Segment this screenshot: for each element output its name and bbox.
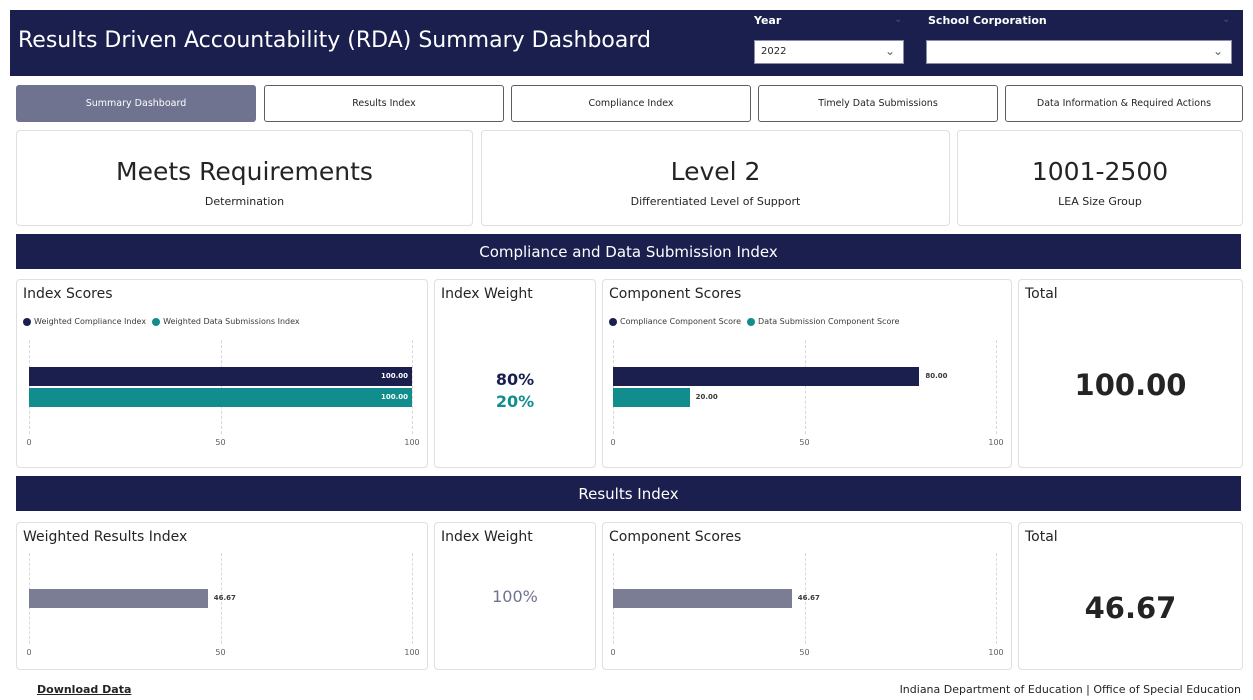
weighted-results-title: Weighted Results Index <box>23 529 188 545</box>
determination-value: Meets Requirements <box>116 157 373 186</box>
support-level-label: Differentiated Level of Support <box>630 195 801 208</box>
legend-item: Weighted Compliance Index <box>34 317 147 326</box>
axis-tick-label: 50 <box>215 648 226 657</box>
bar-data-label: 46.67 <box>213 594 236 602</box>
determination-card: Meets Requirements Determination <box>16 130 473 226</box>
compliance-section-header: Compliance and Data Submission Index <box>16 234 1241 269</box>
results-index-weight-title: Index Weight <box>441 529 533 545</box>
axis-tick-label: 50 <box>799 648 810 657</box>
axis-tick-label: 50 <box>215 438 226 447</box>
tab-results-index[interactable]: Results Index <box>264 85 504 122</box>
index-weight-card: Index Weight 80% 20% <box>434 279 596 468</box>
compliance-total-title: Total <box>1025 286 1058 302</box>
lea-size-value: 1001-2500 <box>1031 157 1169 186</box>
results-index-weight-card: Index Weight 100% <box>434 522 596 670</box>
axis-tick-label: 100 <box>404 648 420 657</box>
axis-tick-label: 0 <box>26 438 32 447</box>
results-component-scores-title: Component Scores <box>609 529 742 545</box>
legend-item: Weighted Data Submissions Index <box>163 317 300 326</box>
gridline <box>996 553 997 644</box>
data-submission-weight: 20% <box>495 392 535 411</box>
tab-compliance-index[interactable]: Compliance Index <box>511 85 751 122</box>
compliance-total-value: 100.00 <box>1074 368 1187 402</box>
year-filter-label: Year <box>754 14 782 27</box>
results-weight: 100% <box>492 587 538 606</box>
component-scores-legend: Compliance Component Score Data Submissi… <box>609 317 899 326</box>
legend-item: Data Submission Component Score <box>758 317 900 326</box>
gridline <box>29 340 30 434</box>
results-total-value: 46.67 <box>1084 591 1177 625</box>
support-level-value: Level 2 <box>670 157 761 186</box>
bar[interactable] <box>613 367 920 386</box>
header-bar: Results Driven Accountability (RDA) Summ… <box>10 10 1243 76</box>
gridline <box>220 340 222 434</box>
bar-data-label: 80.00 <box>925 372 948 380</box>
index-scores-plot: 0 50 100 100.00 100.00 <box>26 340 420 450</box>
lea-size-card: 1001-2500 LEA Size Group <box>957 130 1243 226</box>
support-level-card: Level 2 Differentiated Level of Support <box>481 130 950 226</box>
weighted-results-card: Weighted Results Index 0 50 100 46.67 <box>16 522 428 670</box>
lea-size-label: LEA Size Group <box>1058 195 1142 208</box>
gridline <box>412 340 413 434</box>
index-scores-card: Index Scores Weighted Compliance Index W… <box>16 279 428 468</box>
index-weight-title: Index Weight <box>441 286 533 302</box>
results-total-title: Total <box>1025 529 1058 545</box>
gridline <box>804 340 806 434</box>
index-scores-legend: Weighted Compliance Index Weighted Data … <box>23 317 300 326</box>
bar[interactable] <box>613 589 792 608</box>
legend-item: Compliance Component Score <box>620 317 742 326</box>
component-scores-plot: 0 50 100 80.00 20.00 <box>610 340 1004 450</box>
axis-tick-label: 0 <box>610 438 616 447</box>
download-data-link[interactable]: Download Data <box>37 683 131 696</box>
bar-data-label: 100.00 <box>380 372 408 380</box>
legend-dot-icon <box>609 317 617 326</box>
chevron-down-icon: ⌄ <box>884 44 895 58</box>
component-scores-card: Component Scores Compliance Component Sc… <box>602 279 1012 468</box>
legend-dot-icon <box>747 317 756 326</box>
results-component-scores-plot: 0 50 100 46.67 <box>610 553 1004 660</box>
gridline <box>412 553 413 644</box>
component-scores-title: Component Scores <box>609 286 742 302</box>
results-component-scores-card: Component Scores 0 50 100 46.67 <box>602 522 1012 670</box>
tab-summary-dashboard[interactable]: Summary Dashboard <box>16 85 256 122</box>
determination-label: Determination <box>204 195 285 208</box>
bar[interactable] <box>29 388 412 407</box>
axis-tick-label: 50 <box>799 438 810 447</box>
chevron-down-icon: ⌄ <box>1212 44 1223 58</box>
bar-data-label: 100.00 <box>380 393 408 401</box>
axis-tick-label: 100 <box>988 648 1004 657</box>
bar[interactable] <box>29 367 412 386</box>
results-section-header: Results Index <box>16 476 1241 511</box>
legend-dot-icon <box>152 317 161 326</box>
axis-tick-label: 100 <box>988 438 1004 447</box>
bar-data-label: 20.00 <box>695 393 718 401</box>
bar[interactable] <box>29 589 208 608</box>
compliance-total-card: Total 100.00 <box>1018 279 1243 468</box>
index-scores-title: Index Scores <box>23 286 113 302</box>
weighted-results-plot: 0 50 100 46.67 <box>26 553 420 660</box>
compliance-weight: 80% <box>495 370 535 389</box>
legend-dot-icon <box>23 317 31 326</box>
tab-data-information[interactable]: Data Information & Required Actions <box>1005 85 1243 122</box>
gridline <box>613 340 614 434</box>
results-total-card: Total 46.67 <box>1018 522 1243 670</box>
footer-org-label: Indiana Department of Education | Office… <box>899 683 1241 696</box>
axis-tick-label: 100 <box>404 438 420 447</box>
axis-tick-label: 0 <box>610 648 616 657</box>
school-corp-filter-label: School Corporation <box>928 14 1047 27</box>
year-filter-collapse-icon[interactable]: ⌄ <box>894 14 902 25</box>
tab-timely-data-submissions[interactable]: Timely Data Submissions <box>758 85 998 122</box>
school-corp-dropdown[interactable]: ⌄ <box>926 40 1232 64</box>
bar-data-label: 46.67 <box>797 594 820 602</box>
year-dropdown-value: 2022 <box>761 46 787 57</box>
school-corp-filter-collapse-icon[interactable]: ⌄ <box>1222 14 1230 25</box>
page-title: Results Driven Accountability (RDA) Summ… <box>18 28 651 53</box>
gridline <box>996 340 997 434</box>
year-dropdown[interactable]: 2022 ⌄ <box>754 40 904 64</box>
axis-tick-label: 0 <box>26 648 32 657</box>
bar[interactable] <box>613 388 690 407</box>
